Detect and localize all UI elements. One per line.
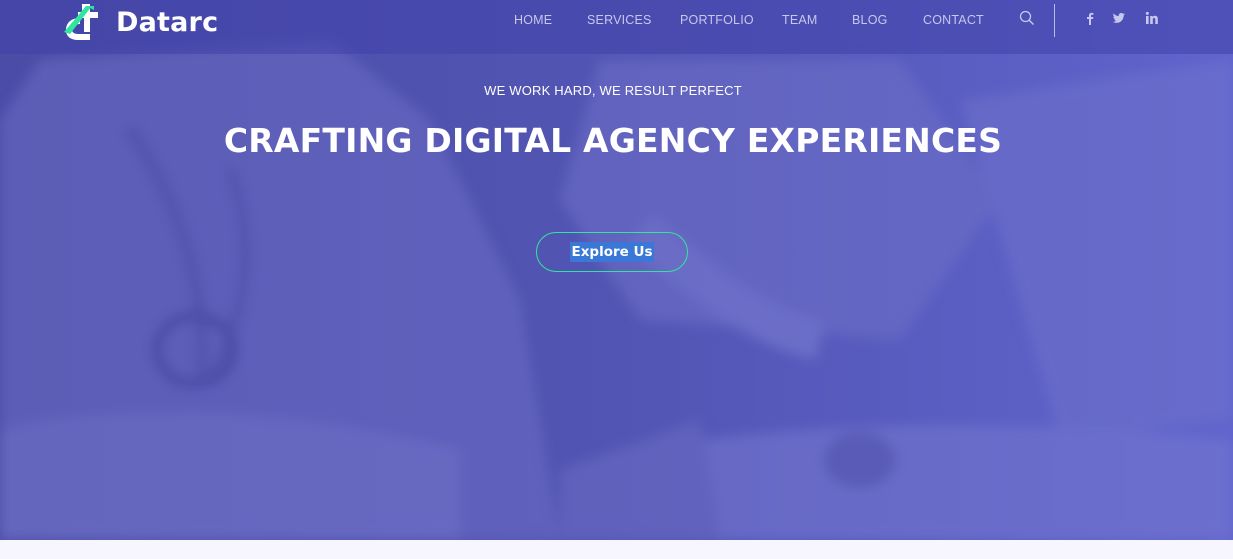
explore-us-label: Explore Us	[570, 242, 654, 262]
nav-item-portfolio[interactable]: PORTFOLIO	[680, 13, 754, 27]
nav-item-blog[interactable]: BLOG	[852, 13, 888, 27]
hero-tagline: WE WORK HARD, WE RESULT PERFECT	[484, 83, 742, 98]
nav-item-home[interactable]: HOME	[514, 13, 552, 27]
top-navbar: Datarc HOME SERVICES PORTFOLIO TEAM BLOG…	[0, 0, 1233, 54]
nav-item-team[interactable]: TEAM	[782, 13, 818, 27]
hero-headline: CRAFTING DIGITAL AGENCY EXPERIENCES	[223, 121, 1003, 160]
brand-logo[interactable]: Datarc	[60, 2, 218, 42]
nav-item-contact[interactable]: CONTACT	[923, 13, 984, 27]
explore-us-button[interactable]: Explore Us	[536, 232, 688, 272]
nav-item-services[interactable]: SERVICES	[587, 13, 652, 27]
nav-divider	[1054, 4, 1055, 37]
datarc-logo-icon	[64, 4, 98, 40]
linkedin-icon[interactable]	[1145, 11, 1159, 25]
facebook-icon[interactable]	[1083, 11, 1097, 25]
hero-section: Datarc HOME SERVICES PORTFOLIO TEAM BLOG…	[0, 0, 1233, 540]
next-section-edge	[0, 540, 1233, 559]
brand-name: Datarc	[116, 6, 219, 38]
twitter-icon[interactable]	[1112, 11, 1126, 25]
search-icon[interactable]	[1019, 10, 1035, 26]
